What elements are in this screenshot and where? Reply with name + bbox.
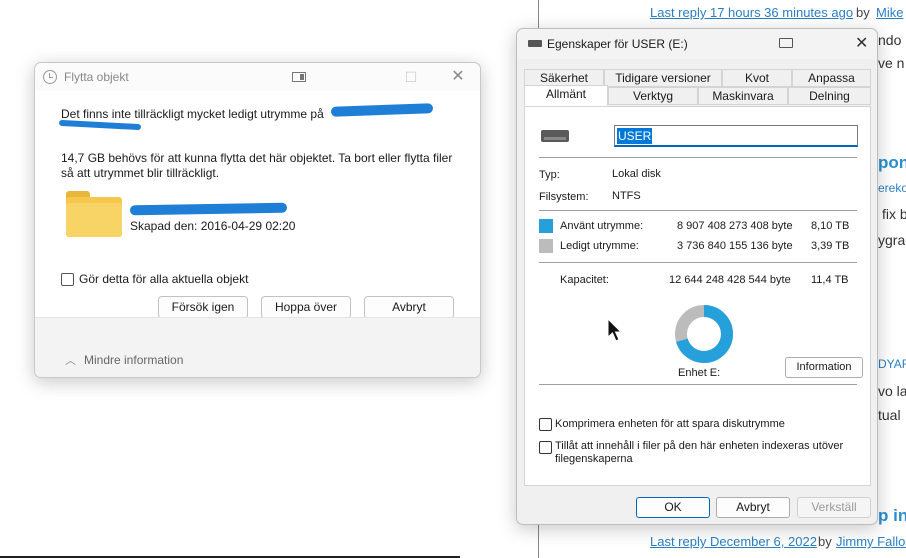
redaction-scribble [330,103,434,117]
properties-title: Egenskaper för USER (E:) [547,37,688,51]
capacity-size: 11,4 TB [811,274,849,286]
close-icon[interactable]: ✕ [855,33,868,53]
apply-button: Verkställ [797,497,871,518]
tab-tools[interactable]: Verktyg [608,87,698,105]
author-link-top[interactable]: Mike [876,5,903,20]
space-needed-message: 14,7 GB behövs för att kunna flytta det … [61,151,453,180]
last-reply-link-top[interactable]: Last reply 17 hours 36 minutes ago [650,5,853,20]
side-heading-fragment[interactable]: p in [878,506,906,526]
side-fragment: ndo [878,32,902,48]
free-space-bytes: 3 736 840 155 136 byte [677,240,793,252]
filesystem-value: NTFS [612,190,641,202]
tab-general[interactable]: Allmänt [524,85,608,106]
type-label: Typ: [539,169,560,181]
tab-hardware[interactable]: Maskinvara [698,87,788,105]
filesystem-label: Filsystem: [539,191,589,203]
mouse-cursor-icon [607,318,623,342]
disk-usage-donut [675,305,733,363]
index-label[interactable]: Tillåt att innehåll i filer på den här e… [555,440,855,466]
side-fragment: ve n [878,55,905,71]
drive-letter-label: Enhet E: [678,367,721,379]
maximize-icon: ☐ [404,69,418,85]
redaction-scribble [58,119,142,131]
close-icon[interactable]: ✕ [446,68,470,86]
last-reply-link-bottom[interactable]: Last reply December 6, 2022 [650,534,817,549]
tab-customize[interactable]: Anpassa [792,69,871,87]
divider [539,210,857,211]
author-link-bottom[interactable]: Jimmy Fallon [836,534,906,549]
volume-name-value: USER [617,128,653,144]
side-fragment[interactable]: DYAR [878,357,906,371]
side-fragment: fix b [882,206,906,222]
redaction-scribble [129,202,288,216]
divider [539,157,857,158]
move-dialog-footer: ︿ Mindre information [35,317,480,377]
no-space-message: Det finns inte tillräckligt mycket ledig… [61,107,324,121]
type-value: Lokal disk [612,168,661,180]
cancel-button[interactable]: Avbryt [364,296,454,319]
move-dialog-titlebar[interactable]: Flytta objekt ☐ ✕ [35,63,480,91]
tab-quota[interactable]: Kvot [722,69,792,87]
skip-button[interactable]: Hoppa över [261,296,351,319]
free-space-size: 3,39 TB [811,240,850,252]
by-text-top: by [856,5,870,20]
less-info-toggle[interactable]: ︿ Mindre information [65,352,183,368]
by-text-bottom: by [818,534,832,549]
free-space-swatch [539,239,553,253]
snap-layout-icon[interactable] [287,68,311,86]
folder-icon [66,191,122,237]
created-date: Skapad den: 2016-04-29 02:20 [130,219,296,233]
snap-layout-icon[interactable] [779,38,793,48]
general-tab-panel: USER Typ: Lokal disk Filsystem: NTFS Anv… [524,106,871,486]
apply-all-checkbox[interactable] [61,273,74,286]
side-fragment: ygra [878,232,906,248]
used-space-swatch [539,219,553,233]
side-heading-fragment[interactable]: pon [878,153,906,173]
side-fragment[interactable]: ereko [878,181,906,195]
properties-titlebar[interactable]: Egenskaper för USER (E:) ✕ [517,29,877,59]
retry-button[interactable]: Försök igen [158,296,248,319]
compress-label[interactable]: Komprimera enheten för att spara diskutr… [555,418,785,430]
free-space-label: Ledigt utrymme: [560,240,639,252]
index-checkbox[interactable] [539,441,552,454]
clock-icon [43,70,57,84]
ok-button[interactable]: OK [636,497,710,518]
compress-checkbox[interactable] [539,418,552,431]
used-space-bytes: 8 907 408 273 408 byte [677,220,793,232]
divider [539,384,857,385]
tab-sharing[interactable]: Delning [788,87,871,105]
cancel-button[interactable]: Avbryt [716,497,790,518]
apply-all-label[interactable]: Gör detta för alla aktuella objekt [79,272,248,286]
move-dialog-title: Flytta objekt [64,70,129,84]
used-space-size: 8,10 TB [811,220,850,232]
tab-previous-versions[interactable]: Tidigare versioner [604,69,722,87]
capacity-label: Kapacitet: [560,274,609,286]
divider [539,262,857,263]
drive-properties-dialog: Egenskaper för USER (E:) ✕ Säkerhet Tidi… [516,28,878,525]
used-space-label: Använt utrymme: [560,220,644,232]
chevron-up-icon: ︿ [65,355,76,367]
capacity-bytes: 12 644 248 428 544 byte [669,274,791,286]
information-button[interactable]: Information [785,357,863,378]
side-fragment: tual [878,407,901,423]
side-fragment: vo la [878,383,906,399]
drive-icon [541,130,569,142]
tabs-row-2: Allmänt Verktyg Maskinvara Delning [524,85,871,106]
move-object-dialog: Flytta objekt ☐ ✕ Det finns inte tillräc… [34,62,481,378]
volume-name-input[interactable]: USER [614,125,858,147]
less-info-label: Mindre information [84,353,184,367]
drive-icon [528,40,542,47]
move-dialog-content: Det finns inte tillräckligt mycket ledig… [35,91,480,319]
